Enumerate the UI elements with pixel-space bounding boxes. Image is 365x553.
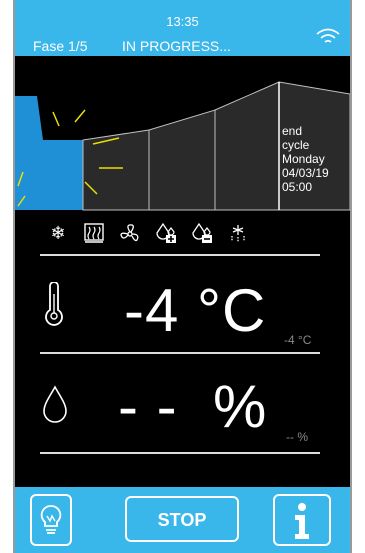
end-date: 04/03/19 <box>282 166 329 180</box>
stop-button[interactable]: STOP <box>125 496 239 542</box>
humidity-value: - - % <box>118 373 268 440</box>
snowflake-icon: ❄ <box>50 223 66 243</box>
lightbulb-icon <box>40 505 62 534</box>
status-bar: 13:35 Fase 1/5 IN PROGRESS... <box>15 0 350 56</box>
stop-label: STOP <box>157 510 207 530</box>
cycle-label: cycle <box>282 138 310 152</box>
temperature-value: -4 °C <box>124 277 267 344</box>
wifi-icon <box>316 28 340 43</box>
humidity-minus-icon <box>188 220 216 246</box>
divider-1 <box>40 254 320 256</box>
cycle-end-info: end cycle Monday 04/03/19 05:00 <box>282 124 329 194</box>
temperature-setpoint: -4 °C <box>284 333 312 347</box>
timeline-phase-4 <box>214 81 280 211</box>
timeline-phase-1-active <box>15 96 83 210</box>
defrost-icon <box>224 220 252 246</box>
light-button[interactable] <box>30 494 72 546</box>
clock: 13:35 <box>166 14 199 29</box>
end-time: 05:00 <box>282 180 313 194</box>
end-day: Monday <box>282 152 325 166</box>
humidity-plus-icon <box>152 220 180 246</box>
cycle-status: IN PROGRESS... <box>122 38 231 54</box>
thermometer-icon <box>45 282 63 326</box>
function-icons-row: ❄ <box>44 220 260 246</box>
info-button[interactable] <box>273 494 331 546</box>
heater-icon <box>80 220 108 246</box>
divider-3 <box>40 452 320 454</box>
humidity-setpoint: -- % <box>286 430 308 444</box>
bottom-toolbar: STOP <box>15 487 350 553</box>
fan-icon <box>116 220 144 246</box>
phase-indicator: Fase 1/5 <box>33 38 88 54</box>
end-label: end <box>282 124 303 138</box>
humidity-drop-icon <box>43 385 67 423</box>
info-icon <box>295 503 309 539</box>
timeline-phase-2 <box>82 129 150 211</box>
divider-2 <box>40 352 320 354</box>
timeline-phase-3 <box>148 109 216 211</box>
